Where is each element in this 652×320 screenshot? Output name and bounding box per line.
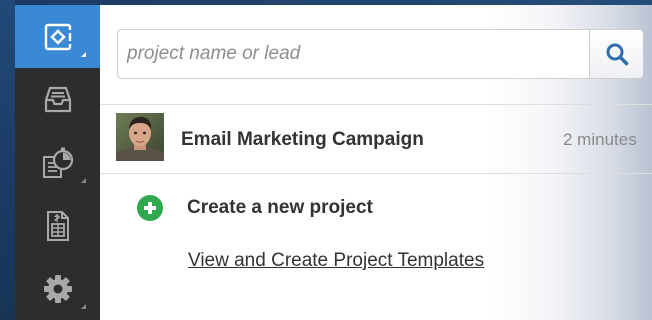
submenu-indicator-icon [81, 52, 86, 57]
list-item[interactable]: Email Marketing Campaign 2 minutes [100, 105, 652, 173]
divider [100, 173, 652, 174]
sidebar-item-projects[interactable] [15, 5, 100, 68]
sidebar-item-timesheets[interactable] [15, 131, 100, 194]
project-timestamp: 2 minutes [563, 130, 637, 149]
create-project-label: Create a new project [187, 197, 373, 218]
sidebar [15, 5, 100, 320]
window-left-strip [0, 0, 15, 320]
project-templates-link[interactable]: View and Create Project Templates [188, 250, 484, 272]
submenu-indicator-icon [81, 304, 86, 309]
search-button[interactable] [589, 30, 643, 78]
search-icon [606, 43, 628, 66]
search-box [117, 29, 643, 79]
avatar [116, 113, 164, 161]
projects-panel: Email Marketing Campaign 2 minutes Creat… [100, 5, 652, 320]
project-board-icon [44, 23, 72, 50]
sidebar-item-inbox[interactable] [15, 68, 100, 131]
sidebar-item-settings[interactable] [15, 257, 100, 320]
create-project-button[interactable]: Create a new project [137, 195, 373, 221]
search-input[interactable] [118, 30, 589, 78]
invoice-document-icon [46, 210, 69, 241]
timesheet-stopwatch-icon [42, 147, 73, 178]
project-name: Email Marketing Campaign [181, 129, 424, 150]
plus-circle-icon [137, 195, 163, 221]
gear-icon [43, 274, 72, 303]
sidebar-item-invoices[interactable] [15, 194, 100, 257]
submenu-indicator-icon [81, 178, 86, 183]
inbox-tray-icon [44, 86, 71, 112]
